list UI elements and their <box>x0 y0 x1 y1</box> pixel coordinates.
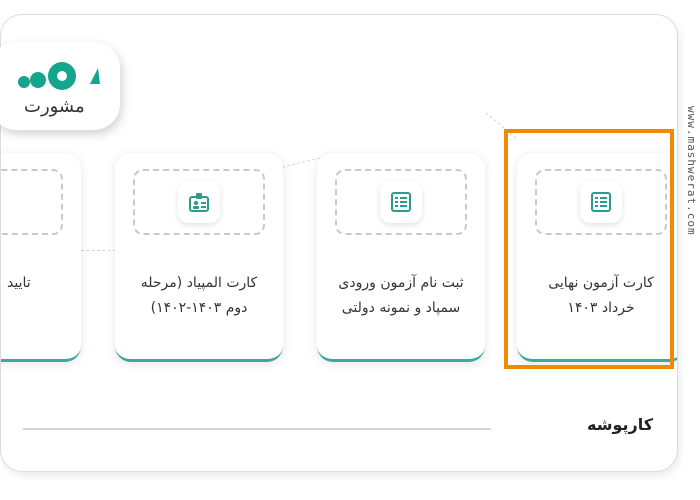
logo-text: مشورت <box>24 96 85 117</box>
card-label-line1: ثبت نام آزمون ورودی <box>338 275 464 291</box>
icon-placeholder <box>133 169 265 235</box>
card-confirm[interactable]: تایید <box>1 153 81 362</box>
card-label: کارت المپیاد (مرحله دوم ۱۴۰۳-۱۴۰۲) <box>123 271 275 321</box>
divider <box>23 428 491 430</box>
card-label-line1: تایید <box>7 275 31 291</box>
logo[interactable]: مشورت <box>0 42 120 130</box>
card-sampad-registration[interactable]: ثبت نام آزمون ورودی سمپاد و نمونه دولتی <box>317 153 485 362</box>
card-label-line2: دوم ۱۴۰۳-۱۴۰۲) <box>150 300 248 316</box>
list-icon[interactable] <box>380 181 422 223</box>
section-title: کارپوشه <box>587 415 653 434</box>
id-badge-icon[interactable] <box>178 181 220 223</box>
card-label-line1: کارت المپیاد (مرحله <box>140 275 258 291</box>
icon-placeholder <box>1 169 63 235</box>
icon-placeholder <box>335 169 467 235</box>
highlight-box <box>504 129 674 369</box>
watermark: www.mashwerat.com <box>685 106 698 236</box>
card-label-line2: سمپاد و نمونه دولتی <box>341 300 461 316</box>
card-label: تایید <box>1 271 73 296</box>
card-olympiad[interactable]: کارت المپیاد (مرحله دوم ۱۴۰۳-۱۴۰۲) <box>115 153 283 362</box>
card-label: ثبت نام آزمون ورودی سمپاد و نمونه دولتی <box>325 271 477 321</box>
